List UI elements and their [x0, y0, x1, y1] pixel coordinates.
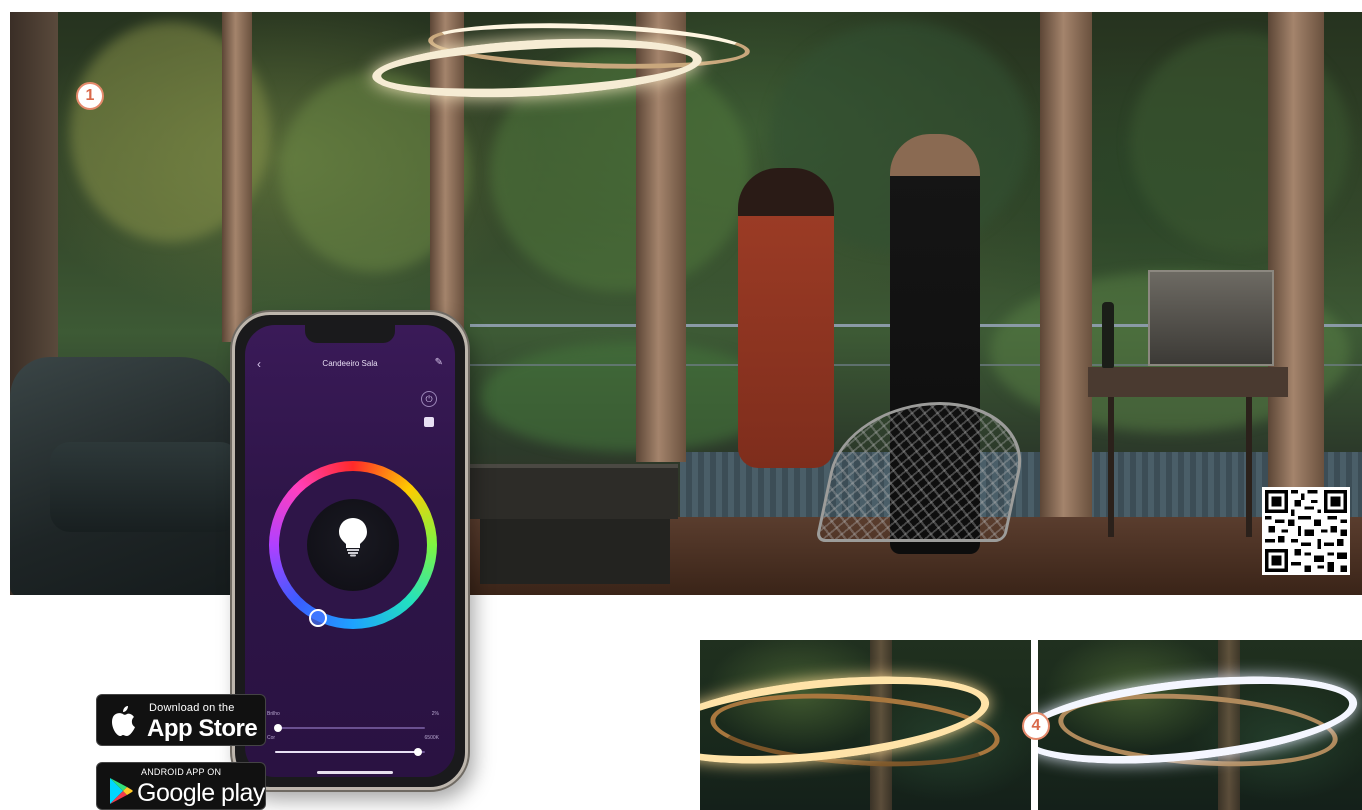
- app-store-badge[interactable]: Download on the App Store: [96, 694, 266, 746]
- slider-thumb[interactable]: [274, 724, 282, 732]
- power-icon[interactable]: ⏻: [421, 391, 437, 407]
- callout-badge: 1: [76, 82, 104, 110]
- hero-photo: [10, 12, 1362, 595]
- slider-value: 2%: [431, 711, 439, 717]
- badge-title: Google play: [137, 779, 265, 807]
- cool-light-thumbnail: [1038, 640, 1362, 810]
- color-picker-handle[interactable]: [309, 609, 327, 627]
- apple-logo-icon: [112, 706, 135, 736]
- wire-chair: [815, 402, 1035, 542]
- light-bulb-icon: [339, 518, 367, 557]
- slider-label: Cor: [267, 735, 276, 741]
- callout-badge: 4: [1022, 712, 1050, 740]
- edit-pencil-icon[interactable]: ✎: [435, 357, 443, 368]
- side-table: [1088, 367, 1288, 397]
- timer-icon[interactable]: [424, 417, 434, 427]
- brightness-slider[interactable]: Brilho 2%: [267, 711, 439, 735]
- google-play-logo-icon: [110, 778, 133, 804]
- color-temperature-slider[interactable]: Cor 6500K: [267, 735, 439, 759]
- pillar: [1268, 12, 1324, 492]
- wine-bottle: [1102, 302, 1114, 368]
- slider-thumb[interactable]: [413, 748, 422, 756]
- app-screen: ‹ Candeeiro Sala ✎ ⏻ Brilho 2% Cor 6500K: [245, 325, 455, 777]
- home-indicator: [317, 771, 393, 774]
- slider-value: 6500K: [424, 735, 439, 741]
- google-play-badge[interactable]: ANDROID APP ON Google play: [96, 762, 266, 810]
- glass-cabinet: [1148, 270, 1274, 366]
- qr-code-icon: [1265, 490, 1347, 572]
- woman-figure: [738, 168, 834, 468]
- device-title: Candeeiro Sala: [322, 359, 378, 368]
- badge-title: App Store: [147, 715, 258, 742]
- badge-caption: ANDROID APP ON: [141, 767, 222, 777]
- warm-light-thumbnail: [700, 640, 1031, 810]
- pillar: [222, 12, 252, 342]
- badge-caption: Download on the: [149, 702, 235, 714]
- slider-label: Brilho: [267, 711, 280, 717]
- pillar: [1040, 12, 1092, 517]
- coffee-table: [468, 464, 678, 519]
- qr-code[interactable]: [1262, 487, 1350, 575]
- smartphone: ‹ Candeeiro Sala ✎ ⏻ Brilho 2% Cor 6500K: [232, 312, 468, 790]
- app-header: ‹ Candeeiro Sala ✎: [245, 355, 455, 375]
